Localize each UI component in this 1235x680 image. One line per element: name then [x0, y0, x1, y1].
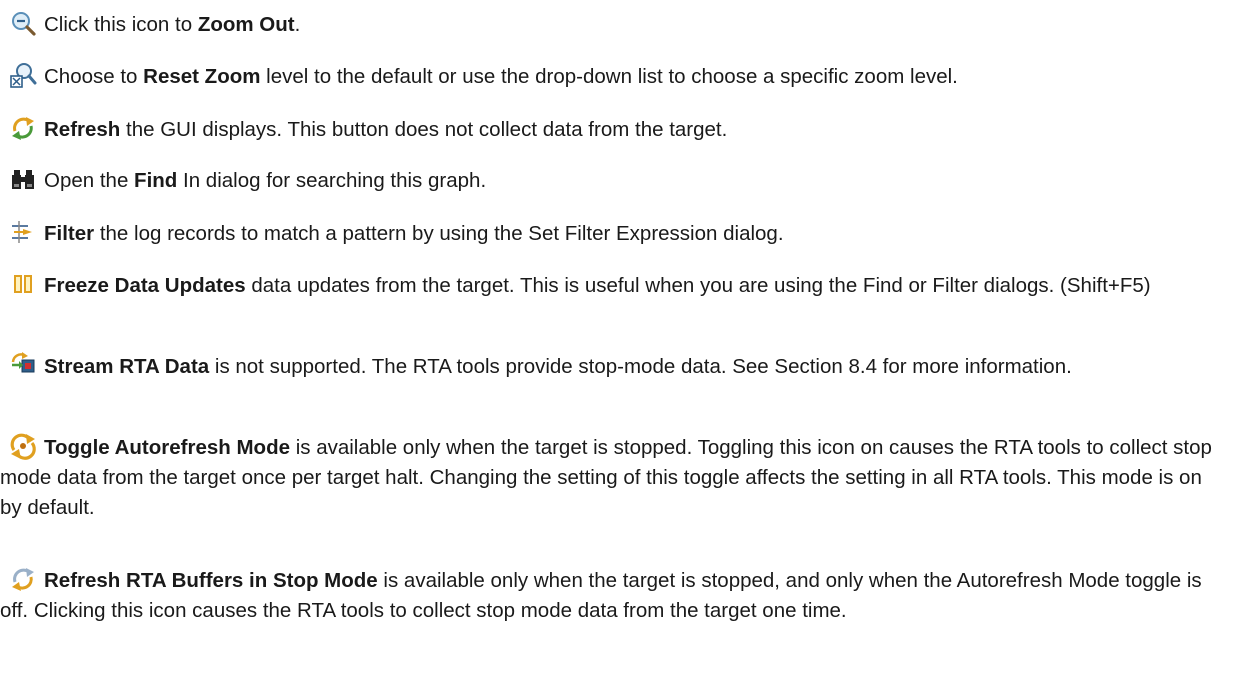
entry-bold: Filter — [44, 222, 95, 245]
entry-post: the GUI displays. This button does not c… — [120, 118, 728, 141]
entry-post: level to the default or use the drop-dow… — [260, 65, 958, 88]
reset-zoom-icon — [8, 60, 38, 90]
entry-zoom-out: Click this icon to Zoom Out. — [0, 8, 1228, 40]
entry-bold: Stream RTA Data — [44, 355, 210, 378]
entry-post: is not supported. The RTA tools provide … — [209, 355, 1072, 378]
entry-post: data updates from the target. This is us… — [245, 274, 1151, 297]
refresh-icon — [8, 113, 38, 143]
entry-pre: Click this icon to — [44, 13, 198, 36]
pause-icon — [8, 269, 38, 299]
autorefresh-icon — [8, 431, 38, 461]
entry-reset-zoom: Choose to Reset Zoom level to the defaul… — [0, 60, 1228, 92]
stream-icon — [8, 350, 38, 380]
entry-bold: Zoom Out — [197, 13, 295, 36]
entry-toggle-autorefresh-mode: Toggle Autorefresh Mode is available onl… — [0, 431, 1228, 523]
entry-freeze-data-updates: Freeze Data Updates data updates from th… — [0, 269, 1228, 301]
entry-find: Open the Find In dialog for searching th… — [0, 164, 1228, 196]
entry-bold: Find — [134, 169, 178, 192]
entry-bold: Freeze Data Updates — [44, 274, 246, 297]
entry-bold: Toggle Autorefresh Mode — [44, 436, 290, 459]
entry-filter: Filter the log records to match a patter… — [0, 217, 1228, 249]
entry-refresh: Refresh the GUI displays. This button do… — [0, 113, 1228, 145]
entry-pre: Open the — [44, 169, 135, 192]
entry-bold: Reset Zoom — [143, 65, 261, 88]
binoculars-icon — [8, 164, 38, 194]
entry-post: . — [294, 13, 301, 36]
refresh-buffers-icon — [8, 564, 38, 594]
entry-refresh-rta-buffers: Refresh RTA Buffers in Stop Mode is avai… — [0, 564, 1228, 626]
entry-pre: Choose to — [44, 65, 144, 88]
entry-stream-rta-data: Stream RTA Data is not supported. The RT… — [0, 350, 1228, 382]
entry-post: In dialog for searching this graph. — [177, 169, 487, 192]
zoom-out-icon — [8, 8, 38, 38]
entry-bold: Refresh RTA Buffers in Stop Mode — [44, 569, 378, 592]
entry-bold: Refresh — [44, 118, 121, 141]
filter-icon — [8, 217, 38, 247]
entry-post: the log records to match a pattern by us… — [94, 222, 784, 245]
documentation-page: Click this icon to Zoom Out. Choose to R… — [0, 0, 1235, 680]
